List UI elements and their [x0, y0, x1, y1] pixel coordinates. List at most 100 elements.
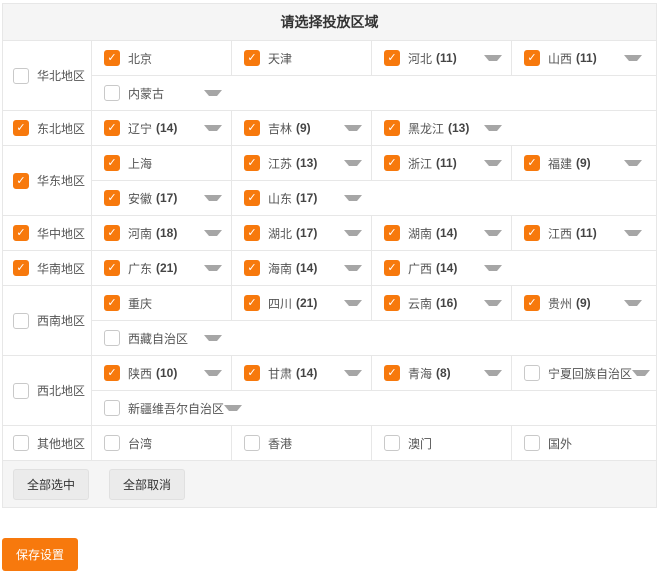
province-count: (13): [448, 121, 469, 135]
province-line: 内蒙古: [92, 75, 656, 110]
select-all-button[interactable]: 全部选中: [13, 469, 89, 500]
chevron-down-icon[interactable]: [484, 55, 502, 61]
province-checkbox[interactable]: ✓: [244, 190, 260, 206]
province-checkbox[interactable]: ✓: [384, 50, 400, 66]
region-checkbox[interactable]: [13, 435, 29, 451]
region-provinces: ✓广东(21)✓海南(14)✓广西(14): [92, 251, 656, 285]
province-checkbox[interactable]: ✓: [244, 295, 260, 311]
province-checkbox[interactable]: ✓: [524, 225, 540, 241]
region-cell: ✓华东地区: [3, 146, 92, 215]
province-option: ✓广西(14): [384, 260, 502, 277]
province-checkbox[interactable]: ✓: [244, 120, 260, 136]
province-option: ✓山西(11): [524, 50, 642, 67]
chevron-down-icon[interactable]: [204, 90, 222, 96]
province-checkbox[interactable]: [104, 330, 120, 346]
chevron-down-icon[interactable]: [484, 230, 502, 236]
province-checkbox[interactable]: ✓: [244, 365, 260, 381]
chevron-down-icon[interactable]: [484, 125, 502, 131]
chevron-down-icon[interactable]: [204, 335, 222, 341]
save-settings-button[interactable]: 保存设置: [2, 538, 78, 571]
region-row: ✓华中地区✓河南(18)✓湖北(17)✓湖南(14)✓江西(11): [3, 216, 656, 251]
chevron-down-icon[interactable]: [484, 300, 502, 306]
chevron-down-icon[interactable]: [624, 160, 642, 166]
region-checkbox[interactable]: [13, 68, 29, 84]
chevron-down-icon[interactable]: [624, 230, 642, 236]
province-label: 辽宁: [128, 120, 152, 137]
chevron-down-icon[interactable]: [624, 55, 642, 61]
province-checkbox[interactable]: ✓: [104, 190, 120, 206]
region-checkbox[interactable]: ✓: [13, 225, 29, 241]
province-label: 湖北: [268, 225, 292, 242]
region-checkbox[interactable]: ✓: [13, 120, 29, 136]
region-checkbox[interactable]: [13, 313, 29, 329]
province-checkbox[interactable]: ✓: [104, 50, 120, 66]
chevron-down-icon[interactable]: [624, 300, 642, 306]
chevron-down-icon[interactable]: [204, 195, 222, 201]
chevron-down-icon[interactable]: [344, 265, 362, 271]
province-label: 安徽: [128, 190, 152, 207]
province-checkbox[interactable]: ✓: [384, 260, 400, 276]
chevron-down-icon[interactable]: [344, 230, 362, 236]
province-option: ✓重庆: [104, 295, 222, 312]
province-line: ✓重庆✓四川(21)✓云南(16)✓贵州(9): [92, 286, 656, 320]
province-checkbox[interactable]: ✓: [104, 260, 120, 276]
province-line: 台湾香港澳门国外: [92, 426, 656, 460]
province-option: ✓云南(16): [384, 295, 502, 312]
province-checkbox[interactable]: ✓: [104, 155, 120, 171]
province-label: 河南: [128, 225, 152, 242]
region-row: 西南地区✓重庆✓四川(21)✓云南(16)✓贵州(9)西藏自治区: [3, 286, 656, 356]
province-checkbox[interactable]: [524, 435, 540, 451]
chevron-down-icon[interactable]: [344, 300, 362, 306]
province-option: ✓甘肃(14): [244, 365, 362, 382]
province-checkbox[interactable]: ✓: [104, 365, 120, 381]
province-checkbox[interactable]: ✓: [524, 50, 540, 66]
province-checkbox[interactable]: ✓: [384, 120, 400, 136]
province-checkbox[interactable]: ✓: [384, 155, 400, 171]
deselect-all-button[interactable]: 全部取消: [109, 469, 185, 500]
chevron-down-icon[interactable]: [344, 160, 362, 166]
province-line: ✓陕西(10)✓甘肃(14)✓青海(8)宁夏回族自治区: [92, 356, 656, 390]
chevron-down-icon[interactable]: [344, 125, 362, 131]
province-checkbox[interactable]: [244, 435, 260, 451]
province-count: (10): [156, 366, 177, 380]
chevron-down-icon[interactable]: [204, 265, 222, 271]
region-checkbox[interactable]: [13, 383, 29, 399]
region-select-panel: 请选择投放区域 华北地区✓北京✓天津✓河北(11)✓山西(11)内蒙古✓东北地区…: [2, 3, 657, 508]
province-checkbox[interactable]: ✓: [524, 295, 540, 311]
region-checkbox[interactable]: ✓: [13, 260, 29, 276]
province-checkbox[interactable]: ✓: [384, 225, 400, 241]
region-checkbox[interactable]: ✓: [13, 173, 29, 189]
province-checkbox[interactable]: [104, 435, 120, 451]
footer-bar: 全部选中 全部取消: [3, 461, 656, 507]
province-checkbox[interactable]: [104, 400, 120, 416]
chevron-down-icon[interactable]: [344, 195, 362, 201]
province-checkbox[interactable]: [384, 435, 400, 451]
province-checkbox[interactable]: ✓: [104, 120, 120, 136]
chevron-down-icon[interactable]: [484, 160, 502, 166]
chevron-down-icon[interactable]: [224, 405, 242, 411]
chevron-down-icon[interactable]: [344, 370, 362, 376]
province-checkbox[interactable]: ✓: [104, 225, 120, 241]
chevron-down-icon[interactable]: [204, 230, 222, 236]
province-option: ✓浙江(11): [384, 155, 502, 172]
province-checkbox[interactable]: ✓: [384, 295, 400, 311]
province-checkbox[interactable]: ✓: [524, 155, 540, 171]
province-checkbox[interactable]: [524, 365, 540, 381]
region-cell: ✓华南地区: [3, 251, 92, 285]
province-checkbox[interactable]: ✓: [244, 155, 260, 171]
province-option: ✓辽宁(14): [104, 120, 222, 137]
region-provinces: ✓河南(18)✓湖北(17)✓湖南(14)✓江西(11): [92, 216, 656, 250]
province-checkbox[interactable]: ✓: [104, 295, 120, 311]
chevron-down-icon[interactable]: [632, 370, 650, 376]
province-checkbox[interactable]: ✓: [244, 260, 260, 276]
province-checkbox[interactable]: [104, 85, 120, 101]
province-checkbox[interactable]: ✓: [244, 225, 260, 241]
chevron-down-icon[interactable]: [204, 125, 222, 131]
chevron-down-icon[interactable]: [204, 370, 222, 376]
province-checkbox[interactable]: ✓: [244, 50, 260, 66]
province-checkbox[interactable]: ✓: [384, 365, 400, 381]
chevron-down-icon[interactable]: [484, 370, 502, 376]
province-label: 西藏自治区: [128, 330, 188, 347]
province-option: 新疆维吾尔自治区: [104, 400, 242, 417]
chevron-down-icon[interactable]: [484, 265, 502, 271]
